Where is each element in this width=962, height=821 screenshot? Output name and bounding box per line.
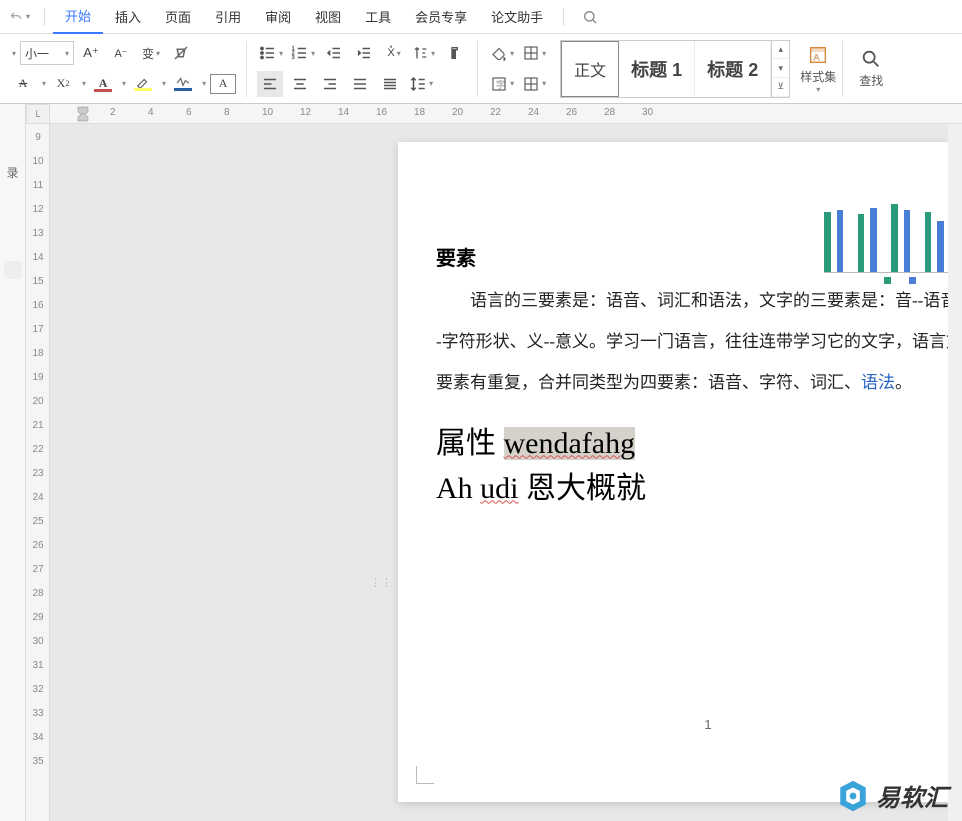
separator bbox=[477, 41, 478, 97]
toc-char: 录 bbox=[6, 164, 18, 181]
text-direction-button[interactable]: X̽▾ bbox=[381, 40, 407, 66]
superscript-button[interactable]: X2 bbox=[50, 71, 76, 97]
shading-button[interactable]: ▾ bbox=[488, 40, 516, 66]
stylesets-label: 样式集 bbox=[800, 68, 836, 85]
table-button[interactable]: ▾ bbox=[520, 71, 548, 97]
style-scroll-down[interactable]: ▾ bbox=[772, 59, 789, 78]
separator bbox=[246, 41, 247, 97]
tab-thesis[interactable]: 论文助手 bbox=[479, 0, 555, 34]
line-spacing-button[interactable]: ▾ bbox=[407, 71, 435, 97]
highlight-more[interactable]: ▾ bbox=[162, 79, 166, 88]
separator bbox=[842, 41, 843, 97]
char-border-button[interactable]: A bbox=[210, 74, 236, 94]
undo-dropdown[interactable]: ▾ bbox=[8, 9, 30, 25]
tab-insert[interactable]: 插入 bbox=[103, 0, 153, 34]
separator bbox=[563, 8, 564, 26]
increase-indent-button[interactable] bbox=[351, 40, 377, 66]
page-scroll[interactable]: 要素 语言的三要素是：语音、词汇和语法，文字的三要素是：音--语音、形--字符形… bbox=[50, 124, 962, 821]
para-text: 。 bbox=[895, 373, 912, 392]
underline-more[interactable]: ▾ bbox=[202, 79, 206, 88]
tab-home[interactable]: 开始 bbox=[53, 0, 103, 34]
heading-text: 属性 bbox=[436, 427, 504, 460]
tab-reference[interactable]: 引用 bbox=[203, 0, 253, 34]
selected-text: wendafahg bbox=[504, 427, 636, 460]
underline-color-button[interactable] bbox=[170, 71, 196, 97]
find-label: 查找 bbox=[859, 72, 883, 89]
align-justify-button[interactable] bbox=[347, 71, 373, 97]
sort-button[interactable]: ▾ bbox=[411, 40, 437, 66]
change-case-button[interactable]: 变▾ bbox=[138, 40, 164, 66]
svg-text:3: 3 bbox=[292, 55, 295, 61]
align-right-button[interactable] bbox=[317, 71, 343, 97]
tab-review[interactable]: 审阅 bbox=[253, 0, 303, 34]
font-size-select[interactable]: 小一▾ bbox=[20, 41, 74, 65]
embedded-chart[interactable] bbox=[820, 200, 962, 294]
doc-paragraph[interactable]: 语言的三要素是：语音、词汇和语法，文字的三要素是：音--语音、形--字符形状、义… bbox=[436, 281, 962, 403]
numbering-button[interactable]: 123▾ bbox=[289, 40, 317, 66]
svg-text:A: A bbox=[814, 52, 821, 62]
tab-member[interactable]: 会员专享 bbox=[403, 0, 479, 34]
heading-text: 恩大概就 bbox=[519, 472, 647, 505]
char-shading-button[interactable]: 字▾ bbox=[488, 71, 516, 97]
vertical-scrollbar[interactable] bbox=[948, 124, 962, 821]
show-marks-button[interactable] bbox=[441, 40, 467, 66]
ribbon-toolbar: ▾ 小一▾ A⁺ A⁻ 变▾ A ▾ X2 ▾ A ▾ bbox=[0, 34, 962, 104]
tab-tools[interactable]: 工具 bbox=[353, 0, 403, 34]
align-center-button[interactable] bbox=[287, 71, 313, 97]
style-heading2[interactable]: 标题 2 bbox=[695, 41, 771, 97]
sidebar-tab[interactable] bbox=[4, 261, 22, 279]
document-area: 24681012141618202224262830 要素 语言的三要素 bbox=[50, 104, 962, 821]
font-size-value: 小一 bbox=[25, 45, 49, 62]
document-page[interactable]: 要素 语言的三要素是：语音、词汇和语法，文字的三要素是：音--语音、形--字符形… bbox=[398, 142, 962, 802]
grow-font-button[interactable]: A⁺ bbox=[78, 40, 104, 66]
tab-page[interactable]: 页面 bbox=[153, 0, 203, 34]
chart-legend bbox=[820, 277, 962, 284]
indent-marker-icon[interactable] bbox=[77, 106, 89, 125]
align-left-button[interactable] bbox=[257, 71, 283, 97]
hyperlink-grammar[interactable]: 语法 bbox=[861, 373, 895, 392]
nav-sidebar: 录 bbox=[0, 104, 26, 821]
svg-text:字: 字 bbox=[496, 79, 505, 90]
style-expand[interactable]: ⊻ bbox=[772, 78, 789, 97]
style-nav: ▴ ▾ ⊻ bbox=[771, 41, 789, 97]
paragraph-drag-handle-icon[interactable]: ⋮⋮ bbox=[374, 576, 388, 589]
doc-heading-2[interactable]: 属性 wendafahg Ah udi 恩大概就 bbox=[436, 421, 962, 511]
highlight-button[interactable] bbox=[130, 71, 156, 97]
vertical-ruler[interactable]: 9101112131415161718192021222324252627282… bbox=[26, 104, 50, 821]
search-icon[interactable] bbox=[582, 9, 598, 25]
style-scroll-up[interactable]: ▴ bbox=[772, 41, 789, 60]
clear-format-button[interactable] bbox=[168, 40, 194, 66]
stylesets-button[interactable]: A 样式集 ▾ bbox=[800, 44, 836, 94]
super-more[interactable]: ▾ bbox=[82, 79, 86, 88]
menubar: ▾ 开始 插入 页面 引用 审阅 视图 工具 会员专享 论文助手 bbox=[0, 0, 962, 34]
find-button[interactable]: 查找 bbox=[859, 48, 883, 89]
watermark-text: 易软汇 bbox=[876, 778, 948, 813]
borders-button[interactable]: ▾ bbox=[520, 40, 548, 66]
workspace: 录 91011121314151617181920212223242526272… bbox=[0, 104, 962, 821]
style-normal[interactable]: 正文 bbox=[561, 41, 619, 97]
heading-text: udi bbox=[480, 472, 518, 505]
page-number: 1 bbox=[704, 717, 711, 732]
decrease-indent-button[interactable] bbox=[321, 40, 347, 66]
page-corner-mark bbox=[416, 766, 434, 784]
ruler-corner[interactable]: L bbox=[26, 104, 50, 124]
strike-button[interactable]: A bbox=[10, 71, 36, 97]
font-name-more[interactable]: ▾ bbox=[12, 49, 16, 58]
font-color-button[interactable]: A bbox=[90, 71, 116, 97]
style-heading1[interactable]: 标题 1 bbox=[619, 41, 695, 97]
tab-view[interactable]: 视图 bbox=[303, 0, 353, 34]
styles-gallery: 正文 标题 1 标题 2 ▴ ▾ ⊻ bbox=[560, 40, 790, 98]
align-distribute-button[interactable] bbox=[377, 71, 403, 97]
heading-text: Ah bbox=[436, 472, 480, 505]
watermark-logo: 易软汇 bbox=[836, 778, 948, 813]
shrink-font-button[interactable]: A⁻ bbox=[108, 40, 134, 66]
horizontal-ruler[interactable]: 24681012141618202224262830 bbox=[50, 104, 962, 124]
bullets-button[interactable]: ▾ bbox=[257, 40, 285, 66]
separator bbox=[44, 8, 45, 26]
strike-more[interactable]: ▾ bbox=[42, 79, 46, 88]
font-color-more[interactable]: ▾ bbox=[122, 79, 126, 88]
